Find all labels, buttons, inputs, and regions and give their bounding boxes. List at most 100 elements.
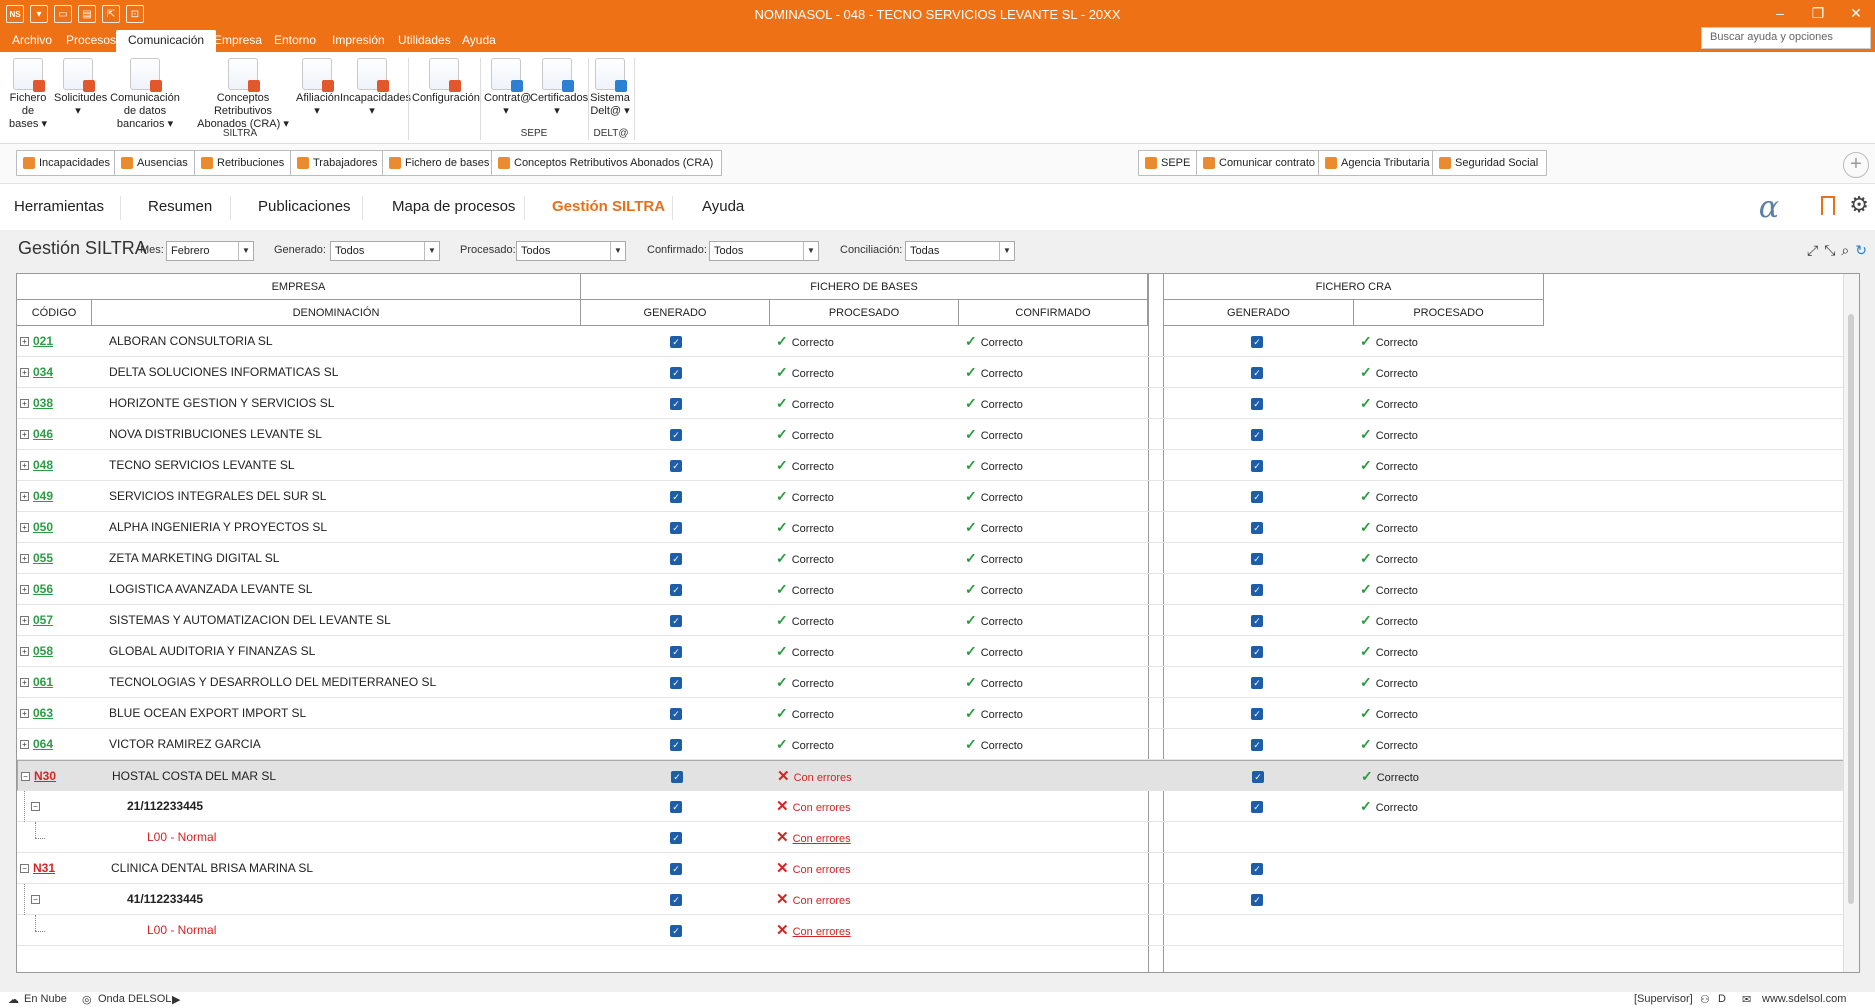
menu-impresion[interactable]: Impresión [332,33,385,47]
tab-mapa-procesos[interactable]: Mapa de procesos [392,198,515,215]
expand-icon[interactable]: + [20,523,29,532]
company-code[interactable]: 056 [33,574,53,605]
table-row[interactable]: − N30 HOSTAL COSTA DEL MAR SL ✓ ✕ Con err… [17,760,1859,792]
cra-generado-checkbox[interactable]: ✓ [1251,367,1263,379]
bookmark-icon[interactable] [1821,196,1835,215]
expand-icon[interactable]: + [20,740,29,749]
generado-checkbox[interactable]: ✓ [670,894,682,906]
company-code[interactable]: 063 [33,698,53,729]
company-code[interactable]: 048 [33,450,53,481]
status-en-nube[interactable]: En Nube [24,993,67,1005]
search-icon[interactable]: ⌕ [1841,242,1849,259]
generado-checkbox[interactable]: ✓ [670,367,682,379]
status-onda-delsol[interactable]: Onda DELSOL [98,993,171,1005]
table-row[interactable]: + 061 TECNOLOGIAS Y DESARROLLO DEL MEDIT… [17,667,1859,698]
company-code[interactable]: 058 [33,636,53,667]
company-code[interactable]: 061 [33,667,53,698]
cra-generado-checkbox[interactable]: ✓ [1251,708,1263,720]
table-row[interactable]: + 021 ALBORAN CONSULTORIA SL ✓ ✓ Correcto… [17,326,1859,357]
minimize-icon[interactable]: – [1761,0,1799,30]
generado-checkbox[interactable]: ✓ [670,553,682,565]
shortcut-seguridad-social[interactable]: Seguridad Social [1432,150,1548,176]
delsol-icon[interactable]: D [1718,993,1726,1005]
help-search-input[interactable]: Buscar ayuda y opciones [1701,27,1871,49]
cra-generado-checkbox[interactable]: ✓ [1251,615,1263,627]
table-row[interactable]: + 038 HORIZONTE GESTION Y SERVICIOS SL ✓… [17,388,1859,419]
expand-icon[interactable]: + [20,337,29,346]
cra-generado-checkbox[interactable]: ✓ [1251,336,1263,348]
company-code[interactable]: 055 [33,543,53,574]
conceptos-cra-button[interactable]: Conceptos Retributivos Abonados (CRA) ▾ [192,58,294,131]
sistema-delta-button[interactable]: Sistema Delt@ ▾ [590,58,630,118]
company-code[interactable]: 057 [33,605,53,636]
collapse-icon[interactable]: − [31,802,40,811]
shortcut-incapacidades[interactable]: Incapacidades [16,150,119,176]
cra-generado-checkbox[interactable]: ✓ [1251,429,1263,441]
user-icon[interactable]: ⚇ [1700,993,1710,1006]
menu-comunicacion[interactable]: Comunicación [116,30,217,52]
cra-generado-checkbox[interactable]: ✓ [1251,584,1263,596]
tab-publicaciones[interactable]: Publicaciones [258,198,351,215]
expand-icon[interactable]: + [20,554,29,563]
tab-resumen[interactable]: Resumen [148,198,212,215]
company-code[interactable]: 038 [33,388,53,419]
expand-icon[interactable]: + [20,678,29,687]
generado-checkbox[interactable]: ✓ [670,584,682,596]
table-row[interactable]: + 034 DELTA SOLUCIONES INFORMATICAS SL ✓… [17,357,1859,388]
tab-ayuda[interactable]: Ayuda [702,198,744,215]
menu-archivo[interactable]: Archivo [12,33,52,47]
collapse-icon[interactable]: − [20,864,29,873]
comunicacion-datos-bancarios-button[interactable]: Comunicación de datos bancarios ▾ [106,58,184,131]
header-denominacion[interactable]: DENOMINACIÓN [92,300,581,326]
contrata-button[interactable]: Contrat@ ▾ [484,58,531,118]
filter-procesado-select[interactable]: Todos ▼ [516,241,626,261]
table-row[interactable]: − 21/112233445 ✓ ✕ Con errores ✓ ✓ Correcto [17,791,1859,822]
table-row[interactable]: + 057 SISTEMAS Y AUTOMATIZACION DEL LEVA… [17,605,1859,636]
cra-generado-checkbox[interactable]: ✓ [1251,646,1263,658]
table-row[interactable]: L00 - Normal ✓ ✕ Con errores [17,822,1859,853]
header-confirmado[interactable]: CONFIRMADO [959,300,1148,326]
close-icon[interactable]: ✕ [1837,0,1875,30]
generado-checkbox[interactable]: ✓ [670,522,682,534]
generado-checkbox[interactable]: ✓ [670,460,682,472]
add-shortcut-icon[interactable]: + [1843,152,1869,178]
cra-generado-checkbox[interactable]: ✓ [1251,398,1263,410]
company-code[interactable]: 049 [33,481,53,512]
procesado-status[interactable]: ✕ Con errores [776,915,851,946]
generado-checkbox[interactable]: ✓ [670,615,682,627]
generado-checkbox[interactable]: ✓ [670,863,682,875]
cra-generado-checkbox[interactable]: ✓ [1251,863,1263,875]
shortcut-agencia-tributaria[interactable]: Agencia Tributaria [1318,150,1439,176]
table-row[interactable]: L00 - Normal ✓ ✕ Con errores [17,915,1859,946]
company-code[interactable]: 064 [33,729,53,760]
afiliacion-button[interactable]: Afiliación ▾ [296,58,340,118]
status-website[interactable]: www.sdelsol.com [1762,993,1846,1005]
generado-checkbox[interactable]: ✓ [670,801,682,813]
alpha-icon[interactable]: α [1759,190,1779,225]
cra-generado-checkbox[interactable]: ✓ [1251,894,1263,906]
mail-icon[interactable]: ✉ [1742,993,1751,1006]
cra-generado-checkbox[interactable]: ✓ [1251,491,1263,503]
generado-checkbox[interactable]: ✓ [670,646,682,658]
collapse-icon[interactable]: − [21,772,30,781]
generado-checkbox[interactable]: ✓ [670,832,682,844]
generado-checkbox[interactable]: ✓ [670,677,682,689]
play-icon[interactable]: ▶ [172,993,180,1006]
header-generado[interactable]: GENERADO [581,300,770,326]
table-row[interactable]: + 046 NOVA DISTRIBUCIONES LEVANTE SL ✓ ✓… [17,419,1859,450]
generado-checkbox[interactable]: ✓ [670,708,682,720]
menu-entorno[interactable]: Entorno [274,33,316,47]
expand-icon[interactable]: + [20,585,29,594]
company-code[interactable]: N30 [34,761,56,792]
shortcut-trabajadores[interactable]: Trabajadores [290,150,387,176]
header-cra-procesado[interactable]: PROCESADO [1354,300,1544,326]
shortcut-comunicar-contrato[interactable]: Comunicar contrato [1196,150,1324,176]
shortcut-sepe[interactable]: SEPE [1138,150,1200,176]
generado-checkbox[interactable]: ✓ [670,429,682,441]
restore-icon[interactable]: ❐ [1799,0,1837,30]
header-cra-generado[interactable]: GENERADO [1164,300,1354,326]
filter-generado-select[interactable]: Todos ▼ [330,241,440,261]
company-code[interactable]: 021 [33,326,53,357]
expand-icon[interactable]: + [20,399,29,408]
cra-generado-checkbox[interactable]: ✓ [1251,522,1263,534]
